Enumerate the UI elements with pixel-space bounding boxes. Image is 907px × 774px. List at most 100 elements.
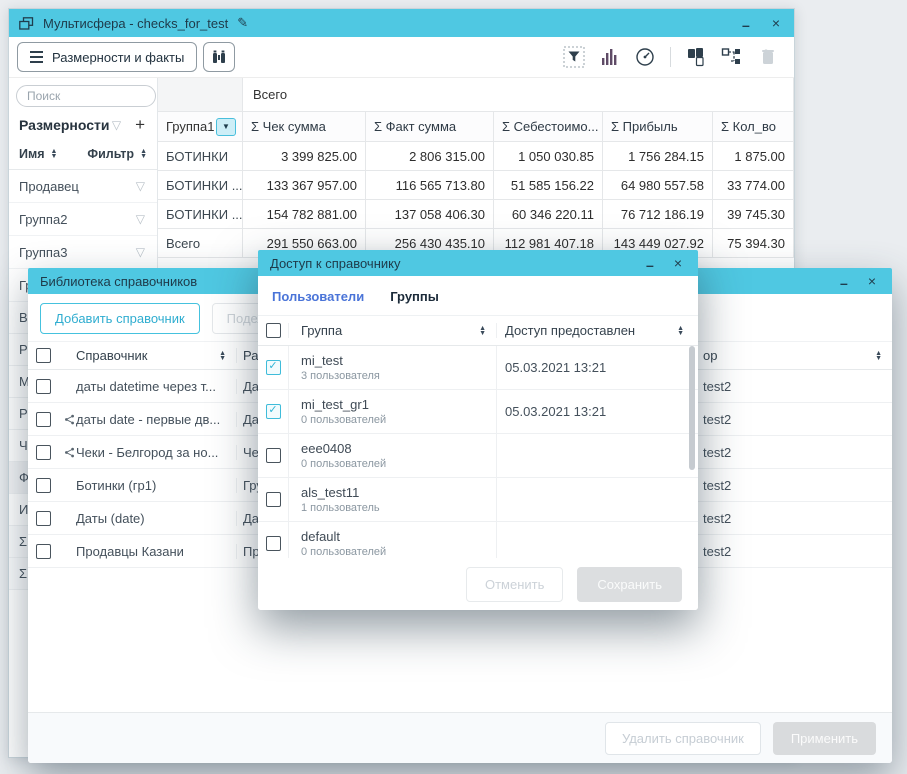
filter-funnel-icon[interactable]: ▽ (112, 118, 121, 132)
save-button[interactable]: Сохранить (577, 567, 682, 602)
row-checkbox[interactable] (266, 492, 281, 507)
sort-icon[interactable]: ▲▼ (875, 351, 892, 361)
pivot-value-cell: 1 050 030.85 (494, 142, 603, 171)
sidebar-item-gruppa3[interactable]: Группа3 ▽ (9, 236, 157, 269)
bar-chart-icon[interactable] (600, 48, 620, 66)
sidebar-item-label: Группа2 (19, 212, 67, 227)
title-bar: Мультисфера - checks_for_test ✎ – × (9, 9, 794, 37)
row-checkbox[interactable] (36, 412, 51, 427)
pivot-column-header[interactable]: Σ Себестоимо... (494, 112, 603, 142)
access-table-header: Группа ▲▼ Доступ предоставлен ▲▼ (258, 315, 698, 346)
minimize-button[interactable]: – (840, 276, 848, 290)
toolbar-divider (670, 47, 671, 67)
search-input[interactable] (16, 85, 156, 107)
add-dimension-icon[interactable]: + (135, 118, 145, 132)
gauge-icon[interactable] (635, 47, 655, 67)
group-row[interactable]: mi_test_gr1 0 пользователей 05.03.2021 1… (258, 390, 698, 434)
copy-pages-icon[interactable] (686, 47, 706, 67)
sort-icon[interactable]: ▲▼ (219, 351, 236, 361)
pivot-value-cell: 60 346 220.11 (494, 200, 603, 229)
name-column-header[interactable]: Имя (19, 147, 45, 161)
hierarchy-icon[interactable] (721, 47, 743, 67)
sidebar-item-prodavec[interactable]: Продавец ▽ (9, 170, 157, 203)
pivot-row: БОТИНКИ ... 133 367 957.00 116 565 713.8… (158, 171, 794, 200)
library-dialog-title: Библиотека справочников (40, 274, 197, 289)
pivot-row-label[interactable]: БОТИНКИ ... (158, 171, 243, 200)
row-checkbox-checked[interactable] (266, 404, 281, 419)
window-title: Мультисфера - checks_for_test (43, 16, 228, 31)
trash-icon[interactable] (758, 47, 778, 67)
row-checkbox[interactable] (266, 448, 281, 463)
pivot-column-header[interactable]: Σ Чек сумма (243, 112, 366, 142)
pivot-value-cell: 1 756 284.15 (603, 142, 713, 171)
pivot-column-header[interactable]: Σ Факт сумма (366, 112, 494, 142)
apply-button[interactable]: Применить (773, 722, 876, 755)
sidebar-item-label: Продавец (19, 179, 79, 194)
screen: Мультисфера - checks_for_test ✎ – × Разм… (0, 0, 907, 774)
pivot-value-cell: 116 565 713.80 (366, 171, 494, 200)
sort-icon[interactable]: ▲▼ (51, 149, 58, 159)
granted-column-header[interactable]: Доступ предоставлен (505, 323, 635, 338)
select-all-checkbox[interactable] (36, 348, 51, 363)
row-checkbox[interactable] (36, 478, 51, 493)
pivot-value-cell: 154 782 881.00 (243, 200, 366, 229)
tab-users[interactable]: Пользователи (272, 289, 364, 304)
filter-selection-icon[interactable] (563, 46, 585, 68)
sidebar-item-gruppa2[interactable]: Группа2 ▽ (9, 203, 157, 236)
pivot-row-dimension-header[interactable]: Группа1 ▼ (158, 112, 243, 142)
pivot-value-cell: 39 745.30 (713, 200, 794, 229)
pivot-row-label[interactable]: Всего (158, 229, 243, 258)
pivot-value-cell: 75 394.30 (713, 229, 794, 258)
cancel-button[interactable]: Отменить (466, 567, 563, 602)
delete-dictionary-button[interactable]: Удалить справочник (605, 722, 761, 755)
pivot-value-cell: 1 875.00 (713, 142, 794, 171)
group-column-header[interactable]: Группа (301, 323, 342, 338)
binoculars-icon (210, 49, 228, 65)
group-row[interactable]: eee0408 0 пользователей (258, 434, 698, 478)
select-all-checkbox[interactable] (266, 323, 281, 338)
group-row[interactable]: default 0 пользователей (258, 522, 698, 559)
group-row[interactable]: mi_test 3 пользователя 05.03.2021 13:21 (258, 346, 698, 390)
access-dialog-footer: Отменить Сохранить (258, 558, 698, 610)
add-dictionary-button[interactable]: Добавить справочник (40, 303, 200, 334)
group-row[interactable]: als_test11 1 пользователь (258, 478, 698, 522)
pivot-column-header[interactable]: Σ Кол_во (713, 112, 794, 142)
dimensions-facts-button[interactable]: Размерности и факты (17, 42, 197, 72)
filter-funnel-icon[interactable]: ▽ (136, 179, 145, 193)
row-checkbox[interactable] (36, 511, 51, 526)
tab-groups[interactable]: Группы (390, 289, 439, 304)
pivot-total-header[interactable]: Всего (243, 78, 794, 112)
filter-funnel-icon[interactable]: ▽ (136, 212, 145, 226)
pivot-column-header[interactable]: Σ Прибыль (603, 112, 713, 142)
filter-column-header[interactable]: Фильтр (87, 147, 134, 161)
minimize-button[interactable]: – (742, 18, 750, 32)
row-checkbox-checked[interactable] (266, 360, 281, 375)
pivot-value-cell: 133 367 957.00 (243, 171, 366, 200)
access-dialog-title: Доступ к справочнику (270, 256, 400, 271)
row-checkbox[interactable] (266, 536, 281, 551)
scrollbar-thumb[interactable] (689, 346, 695, 470)
close-button[interactable]: × (674, 256, 682, 270)
pivot-row-label[interactable]: БОТИНКИ (158, 142, 243, 171)
app-window-icon (19, 17, 34, 30)
sort-icon[interactable]: ▲▼ (479, 326, 496, 336)
shared-icon (62, 414, 76, 425)
author-column-header[interactable]: ор (703, 348, 717, 363)
sort-icon[interactable]: ▲▼ (677, 326, 692, 336)
pivot-value-cell: 3 399 825.00 (243, 142, 366, 171)
close-button[interactable]: × (868, 274, 876, 288)
dictionary-column-header[interactable]: Справочник (76, 348, 148, 363)
close-button[interactable]: × (772, 16, 780, 30)
edit-title-icon[interactable]: ✎ (237, 15, 248, 31)
row-checkbox[interactable] (36, 379, 51, 394)
filter-funnel-icon[interactable]: ▽ (136, 245, 145, 259)
minimize-button[interactable]: – (646, 258, 654, 272)
binoculars-button[interactable] (203, 42, 235, 72)
pivot-value-cell: 33 774.00 (713, 171, 794, 200)
row-checkbox[interactable] (36, 544, 51, 559)
sort-icon[interactable]: ▲▼ (140, 149, 147, 159)
pivot-row-label[interactable]: БОТИНКИ ... (158, 200, 243, 229)
pivot-table: Всего Группа1 ▼ Σ Чек сумма Σ Факт сумма… (158, 78, 794, 258)
active-filter-funnel-icon[interactable]: ▼ (216, 118, 236, 136)
row-checkbox[interactable] (36, 445, 51, 460)
